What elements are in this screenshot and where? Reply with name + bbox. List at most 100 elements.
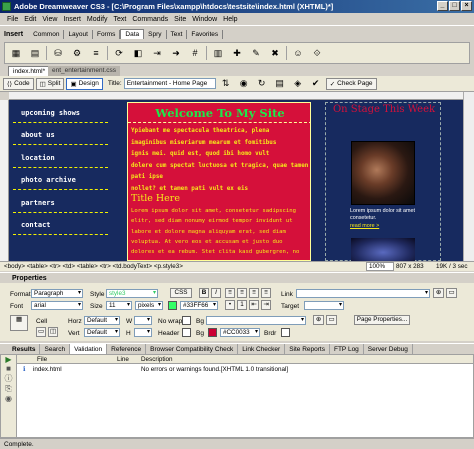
menu-file[interactable]: File	[4, 16, 21, 23]
properties-panel-header[interactable]: Properties	[0, 272, 474, 283]
col-line[interactable]: Line	[117, 355, 129, 364]
align-center-icon[interactable]: ≡	[237, 288, 247, 298]
tab-favorites[interactable]: Favorites	[187, 29, 224, 39]
page-title-input[interactable]: Entertainment - Home Page	[123, 78, 216, 89]
bg-color-input[interactable]: #CC0033	[220, 328, 260, 337]
vert-select[interactable]: Default	[84, 328, 120, 337]
indent-icon[interactable]: ⇥	[261, 300, 271, 310]
browse-folder-icon[interactable]: ▭	[446, 288, 457, 298]
font-select[interactable]: arial	[31, 301, 83, 310]
tab-reference[interactable]: Reference	[107, 344, 147, 354]
split-cells-icon[interactable]: ◫	[48, 327, 58, 337]
menu-help[interactable]: Help	[220, 16, 240, 23]
sidebar-cell[interactable]: On Stage This Week Lorem ipsum dolor sit…	[325, 102, 441, 261]
dynamic-data-icon[interactable]: ≡	[88, 46, 104, 61]
nav-partners[interactable]: partners	[13, 193, 108, 213]
menu-site[interactable]: Site	[171, 16, 189, 23]
stored-procedure-icon[interactable]: ⚙	[69, 46, 85, 61]
recordset-icon[interactable]: ⛁	[50, 46, 66, 61]
menu-edit[interactable]: Edit	[21, 16, 39, 23]
nav-upcoming-shows[interactable]: upcoming shows	[13, 103, 108, 123]
save-report-icon[interactable]: ⎘	[1, 384, 16, 394]
horz-select[interactable]: Default	[84, 316, 120, 325]
col-file[interactable]: File	[37, 355, 47, 364]
user-authentication-icon[interactable]: ☺	[290, 46, 306, 61]
menu-window[interactable]: Window	[189, 16, 220, 23]
tab-browser-compatibility[interactable]: Browser Compatibility Check	[146, 344, 239, 354]
window-size-select[interactable]: 807 x 283	[396, 262, 424, 271]
width-input[interactable]	[134, 316, 152, 325]
bg-folder-icon[interactable]: ▭	[326, 315, 337, 325]
menu-insert[interactable]: Insert	[60, 16, 84, 23]
point-to-file-icon[interactable]: ⊕	[433, 288, 444, 298]
refresh-icon[interactable]: ↻	[254, 76, 270, 91]
nav-location[interactable]: location	[13, 148, 108, 168]
link-input[interactable]	[296, 289, 430, 298]
italic-button[interactable]: I	[211, 288, 221, 298]
style-select[interactable]: style3	[106, 289, 158, 298]
header-checkbox[interactable]	[182, 328, 191, 337]
code-view-button[interactable]: ⟨⟩ Code	[3, 77, 34, 90]
nav-contact[interactable]: contact	[13, 215, 108, 235]
update-record-icon[interactable]: ✎	[248, 46, 264, 61]
size-unit-select[interactable]: pixels	[135, 301, 163, 310]
go-to-detail-icon[interactable]: ➜	[168, 46, 184, 61]
browse-report-icon[interactable]: ◉	[1, 394, 16, 403]
border-color-swatch[interactable]	[281, 328, 290, 337]
text-color-input[interactable]: #33FF66	[180, 301, 218, 310]
bg-point-icon[interactable]: ⊕	[313, 315, 324, 325]
validate-run-icon[interactable]: ▶	[1, 355, 16, 364]
merge-cells-icon[interactable]: ▭	[36, 327, 46, 337]
maximize-button[interactable]: □	[449, 1, 460, 11]
tab-search[interactable]: Search	[40, 344, 71, 354]
read-more-link[interactable]: read more >	[350, 223, 379, 229]
align-left-icon[interactable]: ≡	[225, 288, 235, 298]
justify-icon[interactable]: ≡	[261, 288, 271, 298]
text-color-swatch[interactable]	[168, 301, 177, 310]
tab-link-checker[interactable]: Link Checker	[238, 344, 286, 354]
design-view-button[interactable]: ▣ Design	[66, 77, 103, 90]
display-record-count-icon[interactable]: #	[187, 46, 203, 61]
repeated-region-icon[interactable]: ⟳	[111, 46, 127, 61]
results-title[interactable]: Results	[0, 344, 41, 354]
unordered-list-icon[interactable]: •	[225, 300, 235, 310]
import-tabular-data-icon[interactable]: ▦	[8, 46, 24, 61]
tab-layout[interactable]: Layout	[64, 29, 93, 39]
validate-markup-icon[interactable]: ✔	[308, 76, 324, 91]
menu-commands[interactable]: Commands	[129, 16, 171, 23]
tab-validation[interactable]: Validation	[70, 344, 108, 354]
tab-spry[interactable]: Spry	[144, 29, 167, 39]
bg-color-swatch[interactable]	[208, 328, 217, 337]
size-select[interactable]: 11	[106, 301, 132, 310]
page-properties-button[interactable]: Page Properties...	[354, 315, 410, 325]
nav-photo-archive[interactable]: photo archive	[13, 170, 108, 190]
insert-record-icon[interactable]: ✚	[229, 46, 245, 61]
bold-button[interactable]: B	[199, 288, 209, 298]
tab-common[interactable]: Common	[29, 29, 65, 39]
menu-modify[interactable]: Modify	[84, 16, 111, 23]
tab-text[interactable]: Text	[167, 29, 188, 39]
master-detail-icon[interactable]: ▥	[210, 46, 226, 61]
table-row[interactable]: ℹ index.html No errors or warnings found…	[17, 365, 473, 374]
tab-forms[interactable]: Forms	[93, 29, 121, 39]
vertical-scrollbar[interactable]	[463, 92, 474, 261]
show-region-icon[interactable]: ◧	[130, 46, 146, 61]
file-management-icon[interactable]: ⇅	[218, 76, 234, 91]
stop-icon[interactable]: ■	[1, 364, 16, 373]
split-view-button[interactable]: ◫ Split	[35, 77, 65, 90]
tab-ftp-log[interactable]: FTP Log	[330, 344, 364, 354]
cell-icon[interactable]: ▦	[10, 315, 28, 331]
css-button[interactable]: CSS	[170, 288, 192, 298]
main-content-cell[interactable]: Welcome To My Site Ypiebant me spectacul…	[127, 102, 311, 261]
align-right-icon[interactable]: ≡	[249, 288, 259, 298]
nowrap-checkbox[interactable]	[182, 316, 191, 325]
menu-view[interactable]: View	[39, 16, 60, 23]
zoom-select[interactable]: 100%	[366, 262, 394, 271]
view-options-icon[interactable]: ▤	[272, 76, 288, 91]
xslt-transformation-icon[interactable]: ⟐	[309, 46, 325, 61]
tab-server-debug[interactable]: Server Debug	[364, 344, 413, 354]
visual-aids-icon[interactable]: ◈	[290, 76, 306, 91]
tab-entertainment-css[interactable]: ent_entertainment.css	[48, 66, 120, 76]
height-input[interactable]	[134, 328, 152, 337]
close-button[interactable]: ×	[461, 1, 472, 11]
